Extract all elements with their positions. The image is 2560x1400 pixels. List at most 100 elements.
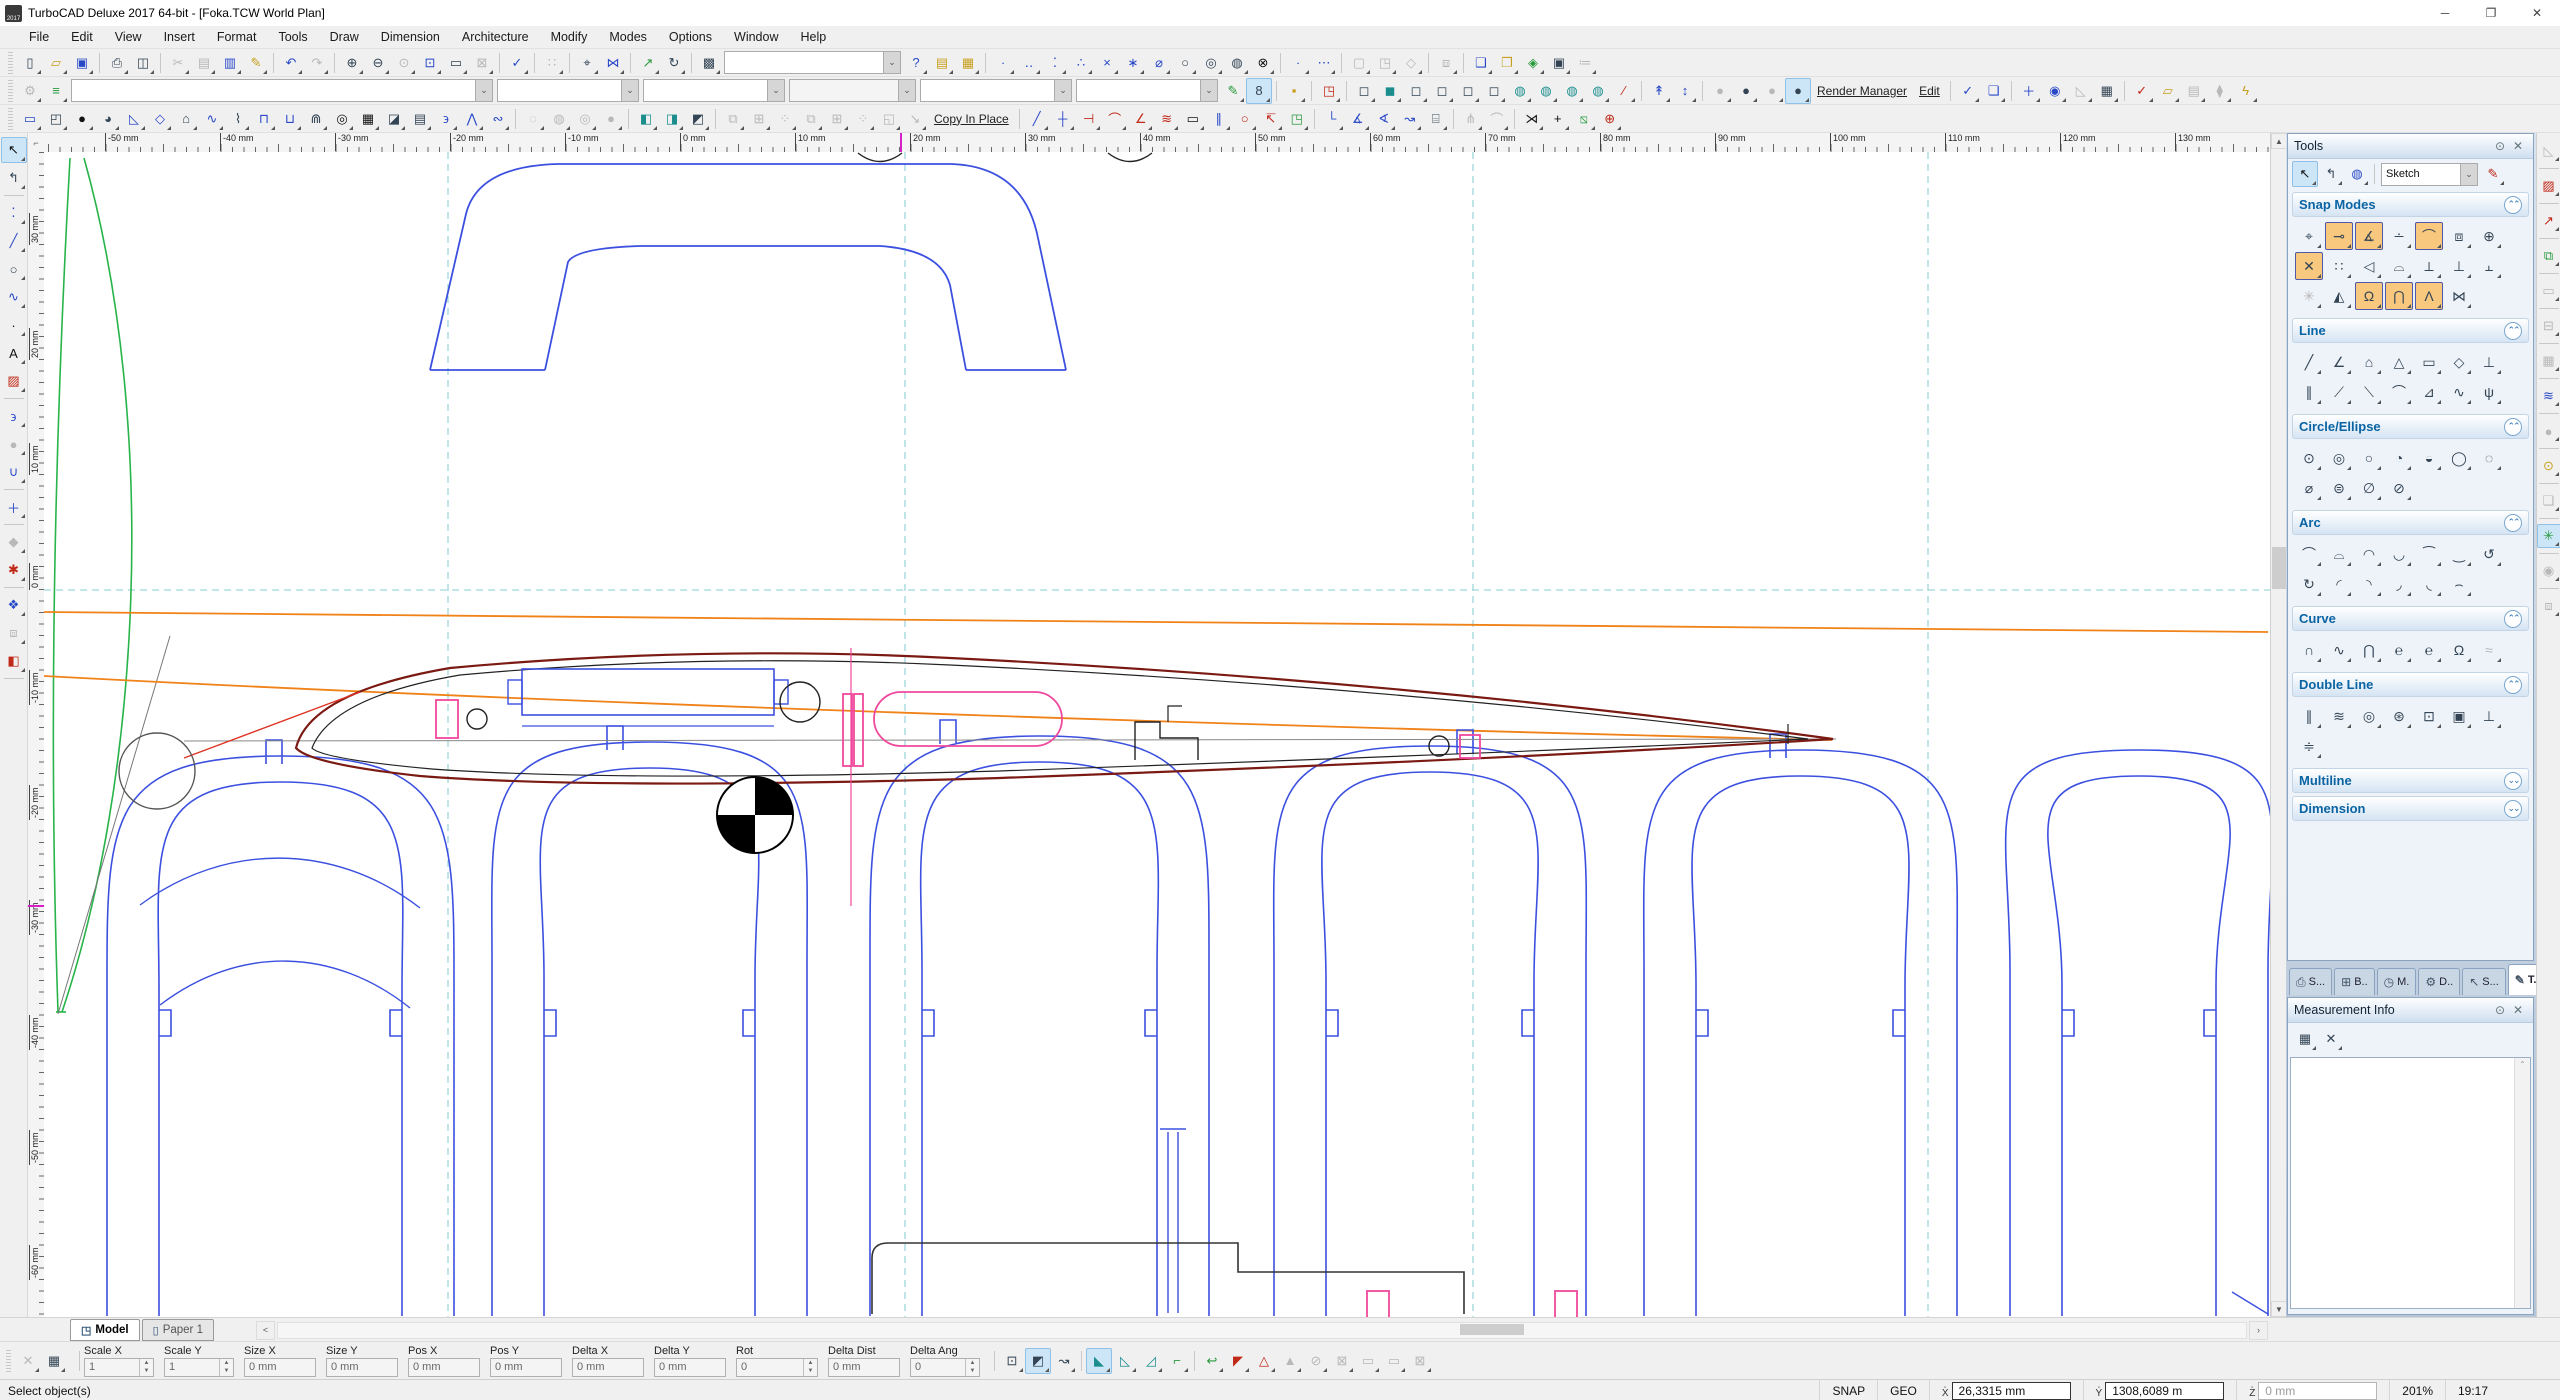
layer-combo[interactable]: ⌄ [71,79,493,102]
style-brush-icon[interactable]: ✎ [2480,161,2506,187]
view-iso-icon-2[interactable]: ◼ [1377,78,1403,104]
twist-3d-icon[interactable]: ∾ [485,106,511,132]
toolbar-grip[interactable] [8,108,13,130]
tab-scroll-back-button[interactable]: < [256,1321,275,1340]
trim-icon[interactable]: ╱ [1024,106,1050,132]
copy-pages-icon[interactable]: ⧫ [2207,78,2233,104]
pin-icon[interactable]: ⊙ [2491,137,2509,155]
hatch-lines-icon[interactable]: ▨ [2537,174,2560,198]
extrude-cup-icon[interactable]: ∪ [1,459,27,485]
chevron-down-icon[interactable]: ⌄ [898,80,915,101]
snap-star-icon[interactable]: ✳ [2295,282,2323,310]
calculator-grid-icon[interactable]: ▦ [41,1348,67,1374]
copy-linear-icon[interactable]: ⧉ [720,106,746,132]
pin-icon[interactable]: ⊙ [2491,1001,2509,1019]
field-input[interactable]: 0▲▼ [910,1358,980,1377]
save-icon[interactable]: ▣ [69,50,95,76]
palette-tab-selection[interactable]: ⎙S... [2289,968,2332,995]
field-input[interactable]: 1▲▼ [164,1358,234,1377]
check-text-icon[interactable]: ✓ [1955,78,1981,104]
annotate-red-icon[interactable]: ↗ [2537,209,2560,233]
copy-in-place-button[interactable]: Copy In Place [928,110,1015,128]
arc-start-end-icon[interactable]: ◠ [2355,540,2383,568]
field-input[interactable]: 0 mm [244,1358,316,1377]
curve-meet-icon[interactable]: ↝ [1397,106,1423,132]
geo-indicator[interactable]: GEO [1877,1380,1929,1400]
render-wire-icon[interactable]: ● [1707,78,1733,104]
hemisphere-3d-icon[interactable]: ◕ [95,106,121,132]
measurement-palette-header[interactable]: Measurement Info ⊙ ✕ [2288,998,2533,1023]
extrude-3d-icon[interactable]: ⊓ [251,106,277,132]
line-3d-icon[interactable]: ϶ [1,403,27,429]
field-input[interactable]: 0 mm [572,1358,644,1377]
properties-stamp-icon[interactable]: ▩ [696,50,722,76]
align-cross-icon[interactable]: + [1545,106,1571,132]
magnetic-point-icon[interactable]: Ω [2355,282,2383,310]
line-icon[interactable]: ╱ [2295,348,2323,376]
lineweight-combo[interactable]: ⌄ [789,79,916,102]
ghost-select-icon[interactable]: ▲ [1277,1348,1303,1374]
prism-3d-icon[interactable]: ◇ [147,106,173,132]
box-3d-icon[interactable]: ▭ [17,106,43,132]
scroll-up-icon[interactable]: ⌃ [2515,1058,2530,1069]
tangent-2-arcs-icon[interactable]: ⌒ [2385,378,2413,406]
spring-3d-icon[interactable]: ∿ [199,106,225,132]
snap-point-icon-6[interactable]: ∗ [1120,50,1146,76]
parallel-icon[interactable]: ∥ [1206,106,1232,132]
rotated-ellipse-icon[interactable]: ∅ [2355,474,2383,502]
cancel-edit-icon[interactable]: ✕ [15,1348,41,1374]
menu-file[interactable]: File [18,27,60,47]
facet-edit-icon-3[interactable]: ◩ [685,106,711,132]
menu-format[interactable]: Format [206,27,268,47]
arch-tool-icon[interactable]: ⌒ [1484,106,1510,132]
branch-line-icon[interactable]: ψ [2475,378,2503,406]
bezier-icon[interactable]: ∩ [2295,636,2323,664]
view-sphere-icon-1[interactable]: ◍ [1507,78,1533,104]
snap-point-icon-3[interactable]: ⁚ [1042,50,1068,76]
field-input[interactable]: 0▲▼ [736,1358,818,1377]
delete-measure-icon[interactable]: ✕ [2318,1026,2344,1052]
snap-point-icon-7[interactable]: ⌀ [1146,50,1172,76]
copy-objects-icon[interactable]: ⧉ [2537,244,2560,268]
snap-cone-icon[interactable]: ◭ [2325,282,2353,310]
stretch-icon[interactable]: ▭ [1180,106,1206,132]
selection-combo[interactable]: ⌄ [724,51,901,74]
snap-tangent-icon[interactable]: ⟂ [2415,252,2443,280]
image-wave-icon[interactable]: ≋ [2537,384,2560,408]
world-icon[interactable]: ◍ [2344,161,2370,187]
zoom-extents-icon[interactable]: ⊡ [417,50,443,76]
subtract-icon[interactable]: ◍ [546,106,572,132]
double-irregular-icon[interactable]: ⊛ [2385,702,2413,730]
arc-1-3-2-icon[interactable]: ‿ [2445,540,2473,568]
snap-midpoint-icon[interactable]: ∸ [2385,222,2413,250]
color-combo[interactable]: ⌄ [497,79,639,102]
ellipse-icon[interactable]: ⊜ [2325,474,2353,502]
snap-point-icon-1[interactable]: ∙ [990,50,1016,76]
zoom-in-icon[interactable]: ⊕ [339,50,365,76]
select-overlap-icon[interactable]: ◩ [1025,1348,1051,1374]
duplicate-layers-icon[interactable]: ⊟ [2537,314,2560,338]
clipboard-tool-icon[interactable]: ▭ [2537,279,2560,303]
undo-selection-icon[interactable]: ↩ [1199,1348,1225,1374]
menu-options[interactable]: Options [658,27,723,47]
render-sphere-icon[interactable]: ● [2537,419,2560,443]
workplane-red-icon[interactable]: ∕ [1611,78,1637,104]
offset-icon[interactable]: ≋ [1154,106,1180,132]
copy-icon[interactable]: ▤ [191,50,217,76]
menu-edit[interactable]: Edit [60,27,104,47]
intersect-icon[interactable]: ◎ [572,106,598,132]
tangent-from-arc-icon[interactable]: ⟍ [2355,378,2383,406]
zoom-window-icon[interactable]: ⊠ [469,50,495,76]
link-walls-icon[interactable]: ⊡ [999,1348,1025,1374]
select-hatch-icon[interactable]: ◇ [1398,50,1424,76]
cp-toggle-icon[interactable]: ◿ [1138,1348,1164,1374]
field-input[interactable]: 1▲▼ [84,1358,154,1377]
ruler-origin-button[interactable]: ⌐ [28,133,45,153]
table-tool-icon[interactable]: ▦ [2537,349,2560,373]
perpendicular-line-icon[interactable]: ⊥ [2475,348,2503,376]
arc-center-radius-icon[interactable]: ⌒ [2295,540,2323,568]
view-iso-icon-4[interactable]: ◻ [1429,78,1455,104]
move-view-icon[interactable]: ＋ [2016,78,2042,104]
group-tool-icon[interactable]: ⧈ [1,620,27,646]
snap-intersection-icon[interactable]: ✕ [2295,252,2323,280]
